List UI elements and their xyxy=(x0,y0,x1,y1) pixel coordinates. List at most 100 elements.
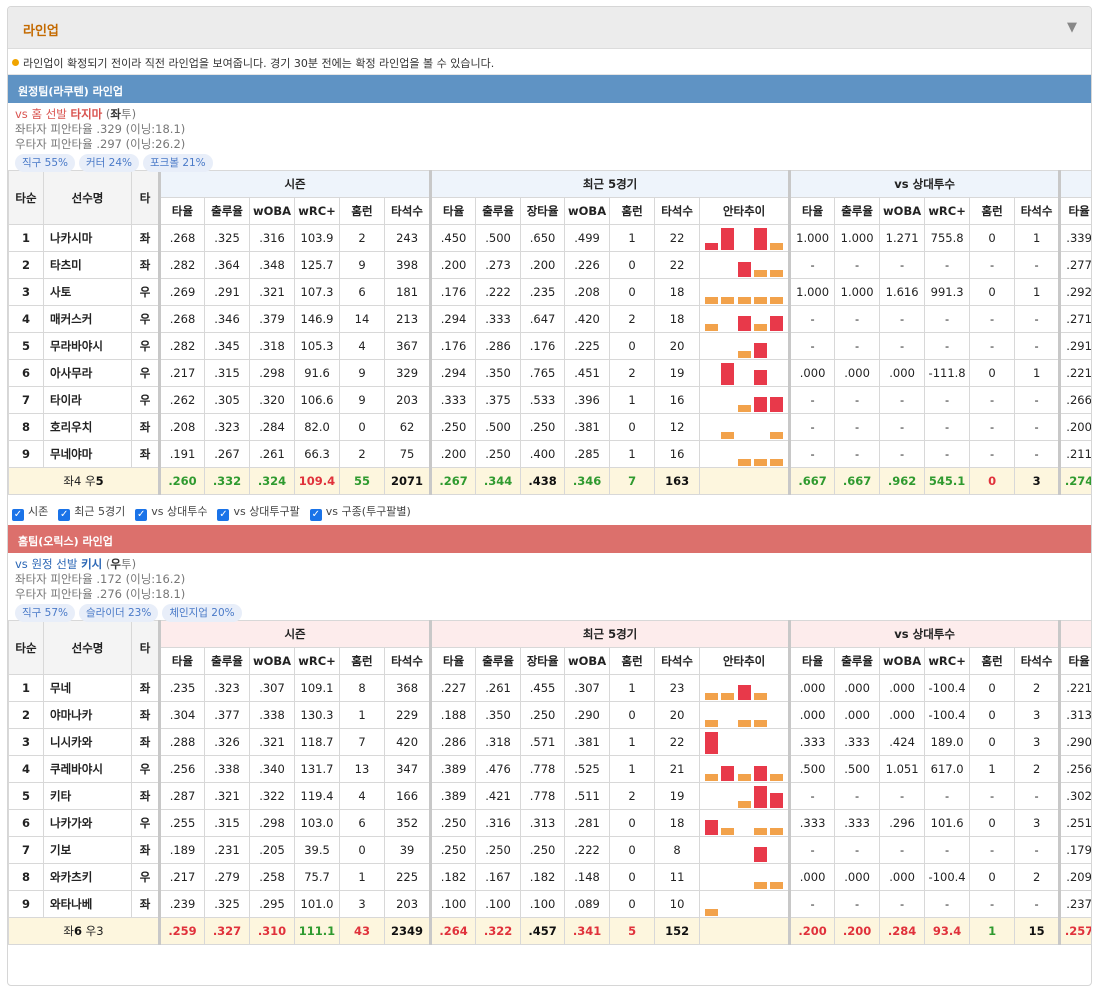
season-stat: 2 xyxy=(339,440,385,468)
summary-recent-stat: .267 xyxy=(430,467,477,495)
summary-season-stat: 2071 xyxy=(383,467,433,495)
hit-trend-bar xyxy=(737,297,751,304)
season-stat: .377 xyxy=(204,701,250,729)
season-stat: .235 xyxy=(159,674,205,702)
checkbox-icon[interactable]: ✓ xyxy=(58,509,71,521)
player-name[interactable]: 사토 xyxy=(43,278,132,306)
player-name[interactable]: 니시카와 xyxy=(43,728,132,756)
player-name[interactable]: 나카가와 xyxy=(43,809,132,837)
recent-stat: 10 xyxy=(654,890,701,918)
filter-checkbox[interactable]: ✓ vs 상대투구팔 xyxy=(217,503,300,521)
recent-col-header: 타석수 xyxy=(654,197,701,225)
filter-checkbox[interactable]: ✓ 시존 xyxy=(12,503,48,521)
filter-checkbox[interactable]: ✓ vs 구종(투구팔별) xyxy=(309,503,411,521)
player-row[interactable]: 4 쿠레바야시 우 .256.338.340 131.7 13 347.389.476.77… xyxy=(8,755,1091,783)
player-name[interactable]: 매커스커 xyxy=(43,305,132,333)
player-row[interactable]: 7 기보 좌 .189.231.205 39.5 0 39.250.250.250.222 0… xyxy=(8,836,1091,864)
summary-label: 좌6 우3 xyxy=(8,917,161,945)
vs-col-header: wOBA xyxy=(879,197,926,225)
vs-stat: .333 xyxy=(834,728,881,756)
collapse-icon[interactable]: ▼ xyxy=(1067,20,1077,35)
recent-stat: .182 xyxy=(520,863,566,891)
vs-stat: .296 xyxy=(879,809,926,837)
player-row[interactable]: 6 아사무라 우 .217.315.298 91.6 9 329.294.350.765.4… xyxy=(8,359,1091,387)
recent-stat: .100 xyxy=(430,890,477,918)
checkbox-icon[interactable]: ✓ xyxy=(217,509,230,521)
player-row[interactable]: 1 무네 좌 .235.323.307 109.1 8 368.227.261.455.30… xyxy=(8,674,1091,702)
recent-stat: 0 xyxy=(609,836,656,864)
player-name[interactable]: 무네야마 xyxy=(43,440,132,468)
player-name[interactable]: 야마나카 xyxy=(43,701,132,729)
season-col-header: wRC+ xyxy=(294,197,340,225)
recent-col-header: 출루율 xyxy=(475,197,522,225)
vs-stat: - xyxy=(1014,386,1062,414)
summary-vs-stat: 1 xyxy=(969,917,1016,945)
hit-trend-chart xyxy=(699,305,792,333)
hit-trend-chart xyxy=(699,674,792,702)
player-row[interactable]: 7 타이라 우 .262.305.320 106.6 9 203.333.375.533.3… xyxy=(8,386,1091,414)
hit-trend-chart xyxy=(699,251,792,279)
player-row[interactable]: 2 야마나카 좌 .304.377.338 130.3 1 229.188.350.250.… xyxy=(8,701,1091,729)
player-row[interactable]: 9 와타나베 좌 .239.325.295 101.0 3 203.100.100.100.… xyxy=(8,890,1091,918)
hit-trend-chart xyxy=(699,890,792,918)
checkbox-icon[interactable]: ✓ xyxy=(309,509,322,521)
lineup-header[interactable]: 라인업 ▼ xyxy=(8,7,1091,49)
season-stat: .282 xyxy=(159,332,205,360)
season-stat: 91.6 xyxy=(294,359,340,387)
vs-stat: - xyxy=(969,413,1016,441)
vs-header: vs 상대투수 xyxy=(789,620,1062,648)
vs-col-header: 출루율 xyxy=(834,647,881,675)
player-row[interactable]: 9 무네야마 좌 .191.267.261 66.3 2 75.200.250.400.28… xyxy=(8,440,1091,468)
checkbox-icon[interactable]: ✓ xyxy=(135,509,148,521)
player-row[interactable]: 3 니시카와 좌 .288.326.321 118.7 7 420.286.318.571.… xyxy=(8,728,1091,756)
player-row[interactable]: 8 와카츠키 우 .217.279.258 75.7 1 225.182.167.182.1… xyxy=(8,863,1091,891)
player-name[interactable]: 키타 xyxy=(43,782,132,810)
player-name[interactable]: 타이라 xyxy=(43,386,132,414)
player-name[interactable]: 무라바야시 xyxy=(43,332,132,360)
away-pitcher-name[interactable]: 타지마 xyxy=(71,107,103,121)
player-row[interactable]: 4 매커스커 우 .268.346.379 146.9 14 213.294.333.647… xyxy=(8,305,1091,333)
player-row[interactable]: 8 호리우치 좌 .208.323.284 82.0 0 62.250.500.250.38… xyxy=(8,413,1091,441)
checkbox-icon[interactable]: ✓ xyxy=(12,509,24,521)
season-stat: 6 xyxy=(339,278,385,306)
player-row[interactable]: 3 사토 우 .269.291.321 107.3 6 181.176.222.235.20… xyxy=(8,278,1091,306)
player-row[interactable]: 1 나카시마 좌 .268.325.316 103.9 2 243.450.500.650.… xyxy=(8,224,1091,252)
vs-stat: .000 xyxy=(879,674,926,702)
player-name[interactable]: 타츠미 xyxy=(43,251,132,279)
home-pitcher-name[interactable]: 키시 xyxy=(81,557,102,571)
player-name[interactable]: 기보 xyxy=(43,836,132,864)
player-name[interactable]: 와타나베 xyxy=(43,890,132,918)
summary-recent-stat: .322 xyxy=(475,917,522,945)
recent-stat: 0 xyxy=(609,890,656,918)
player-row[interactable]: 2 타츠미 좌 .282.364.348 125.7 9 398.200.273.200.2… xyxy=(8,251,1091,279)
player-name[interactable]: 무네 xyxy=(43,674,132,702)
player-row[interactable]: 5 무라바야시 우 .282.345.318 105.3 4 367.176.286.176… xyxy=(8,332,1091,360)
summary-season-stat: .260 xyxy=(159,467,205,495)
player-name[interactable]: 아사무라 xyxy=(43,359,132,387)
recent-stat: .307 xyxy=(564,674,611,702)
season-stat: 243 xyxy=(383,224,433,252)
season-stat: 14 xyxy=(339,305,385,333)
home-hand-close: 투) xyxy=(121,557,137,571)
vs-stat: - xyxy=(789,251,836,279)
order-header: 타순 xyxy=(8,170,44,225)
filter-checkbox[interactable]: ✓ vs 상대투수 xyxy=(135,503,207,521)
season-stat: 101.0 xyxy=(294,890,340,918)
season-stat: 6 xyxy=(339,809,385,837)
player-name[interactable]: 나카시마 xyxy=(43,224,132,252)
player-name[interactable]: 호리우치 xyxy=(43,413,132,441)
recent-stat: .261 xyxy=(475,674,522,702)
recent-stat: .525 xyxy=(564,755,611,783)
hit-trend-chart xyxy=(699,836,792,864)
recent-stat: .176 xyxy=(520,332,566,360)
player-name[interactable]: 쿠레바야시 xyxy=(43,755,132,783)
hit-trend-chart xyxy=(699,701,792,729)
recent-col-header: 출루율 xyxy=(475,647,522,675)
summary-vs-stat: 15 xyxy=(1014,917,1062,945)
season-stat: 39 xyxy=(383,836,433,864)
player-name[interactable]: 와카츠키 xyxy=(43,863,132,891)
player-row[interactable]: 5 키타 좌 .287.321.322 119.4 4 166.389.421.778.51… xyxy=(8,782,1091,810)
season-stat: .282 xyxy=(159,251,205,279)
player-row[interactable]: 6 나카가와 우 .255.315.298 103.0 6 352.250.316.313.… xyxy=(8,809,1091,837)
filter-checkbox[interactable]: ✓ 최근 5경기 xyxy=(58,503,125,521)
